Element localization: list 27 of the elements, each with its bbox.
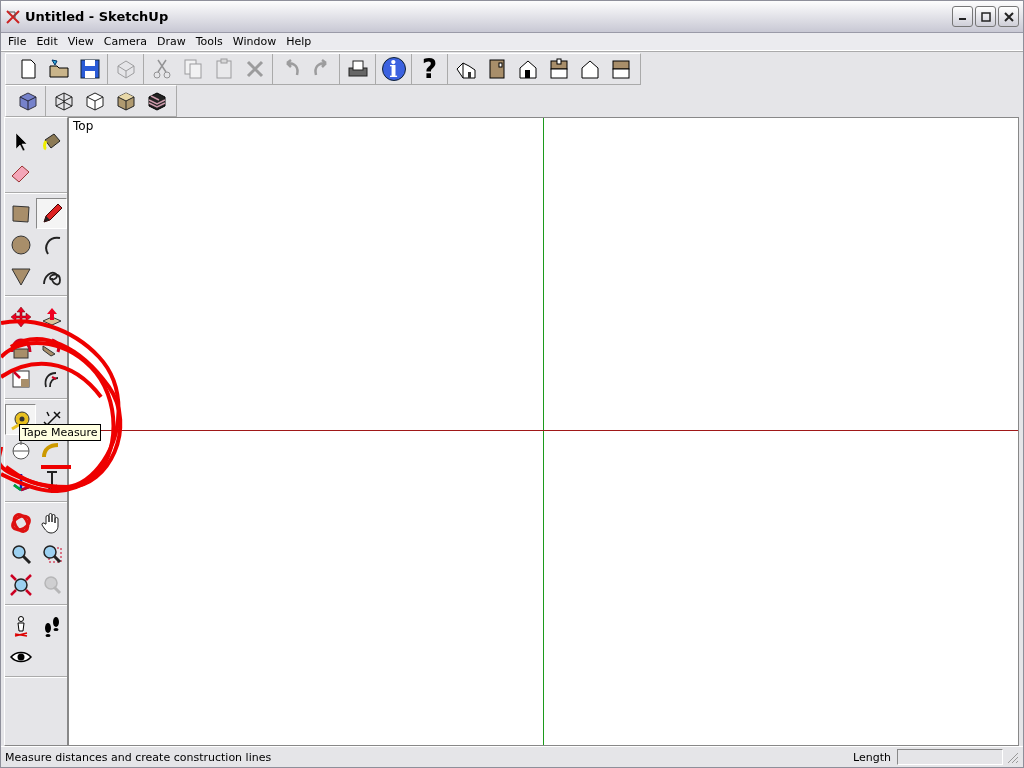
- zoom-extents-icon: [8, 572, 33, 597]
- menu-item[interactable]: Window: [227, 35, 282, 48]
- menu-item[interactable]: Draw: [152, 35, 191, 48]
- tooltip: Tape Measure: [19, 424, 101, 441]
- resize-grip-icon: [1005, 750, 1019, 764]
- menu-item[interactable]: Edit: [31, 35, 63, 48]
- menu-item[interactable]: Help: [281, 35, 317, 48]
- folder-icon: [46, 57, 71, 81]
- circle-icon: [8, 232, 33, 257]
- view-label: Top: [73, 119, 94, 133]
- menu-item[interactable]: File: [3, 35, 32, 48]
- close-button[interactable]: [998, 6, 1019, 27]
- maximize-button[interactable]: [975, 6, 996, 27]
- measure-label: Length: [853, 750, 891, 764]
- app-logo-icon: [5, 8, 21, 25]
- move-arrows-icon: [8, 304, 33, 329]
- orbit-icon: [8, 510, 33, 535]
- measure-input-field[interactable]: [897, 749, 1003, 765]
- menu-item[interactable]: View: [62, 35, 99, 48]
- status-hint: Measure distances and create construction lines: [5, 750, 273, 764]
- menu-item[interactable]: Tools: [190, 35, 228, 48]
- minimize-button[interactable]: [952, 6, 973, 27]
- maximize-icon: [980, 11, 991, 22]
- close-icon: [1003, 11, 1014, 22]
- pencil-tool-button[interactable]: [36, 198, 67, 229]
- window-title: Untitled - SketchUp: [25, 9, 170, 24]
- menu-item[interactable]: Camera: [98, 35, 152, 48]
